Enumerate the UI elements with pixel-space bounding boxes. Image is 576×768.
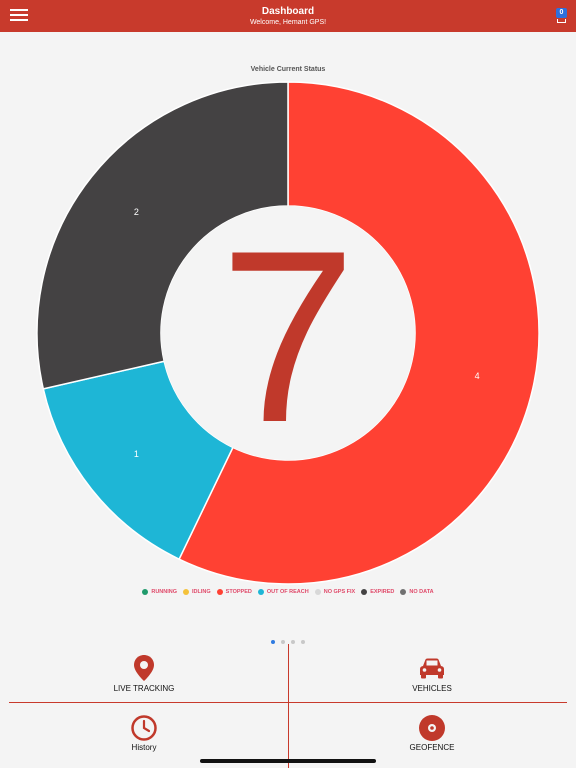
legend-label: NO GPS FIX: [323, 589, 356, 595]
legend-dot: [183, 589, 190, 595]
chart-legend: RUNNING IDLING STOPPED OUT OF REACH NO GPS F…: [0, 589, 576, 595]
clock-icon: [131, 715, 157, 741]
car-icon: [420, 658, 444, 679]
map-pin-icon: [134, 655, 154, 681]
target-icon: [419, 715, 445, 741]
total-vehicles-count: 7: [220, 199, 356, 473]
legend-dot: [314, 589, 321, 595]
legend-dot: [257, 589, 264, 595]
legend-dot: [216, 589, 223, 595]
slice-value-label: 1: [134, 449, 139, 459]
legend-item: IDLING: [183, 589, 211, 595]
live-tracking-button[interactable]: LIVE TRACKING: [0, 644, 288, 702]
legend-item: RUNNING: [142, 589, 177, 595]
home-indicator: [200, 759, 376, 763]
vehicles-label: VEHICLES: [412, 684, 452, 693]
live-tracking-label: LIVE TRACKING: [113, 684, 175, 693]
slice-value-label: 2: [134, 207, 139, 217]
legend-dot: [361, 589, 368, 595]
history-button[interactable]: History: [0, 703, 288, 761]
legend-item: NO GPS FIX: [314, 589, 356, 595]
quick-actions-grid: LIVE TRACKING VEHICLES History GEOFENCE: [0, 644, 576, 768]
legend-label: NO DATA: [409, 589, 434, 595]
geofence-button[interactable]: GEOFENCE: [288, 703, 576, 761]
status-donut-chart: 4 1 2 7: [36, 81, 540, 585]
geofence-label: GEOFENCE: [409, 743, 455, 752]
history-label: History: [131, 743, 157, 752]
legend-item: NO DATA: [400, 589, 434, 595]
legend-item: STOPPED: [216, 589, 252, 595]
vehicles-button[interactable]: VEHICLES: [288, 644, 576, 702]
legend-label: OUT OF REACH: [266, 589, 309, 595]
legend-label: IDLING: [192, 589, 211, 595]
legend-dot: [400, 589, 407, 595]
legend-dot: [142, 589, 149, 595]
legend-label: STOPPED: [225, 589, 252, 595]
legend-label: EXPIRED: [370, 589, 395, 595]
legend-item: OUT OF REACH: [257, 589, 309, 595]
slice-value-label: 4: [475, 371, 480, 381]
legend-label: RUNNING: [151, 589, 178, 595]
legend-item: EXPIRED: [361, 589, 394, 595]
